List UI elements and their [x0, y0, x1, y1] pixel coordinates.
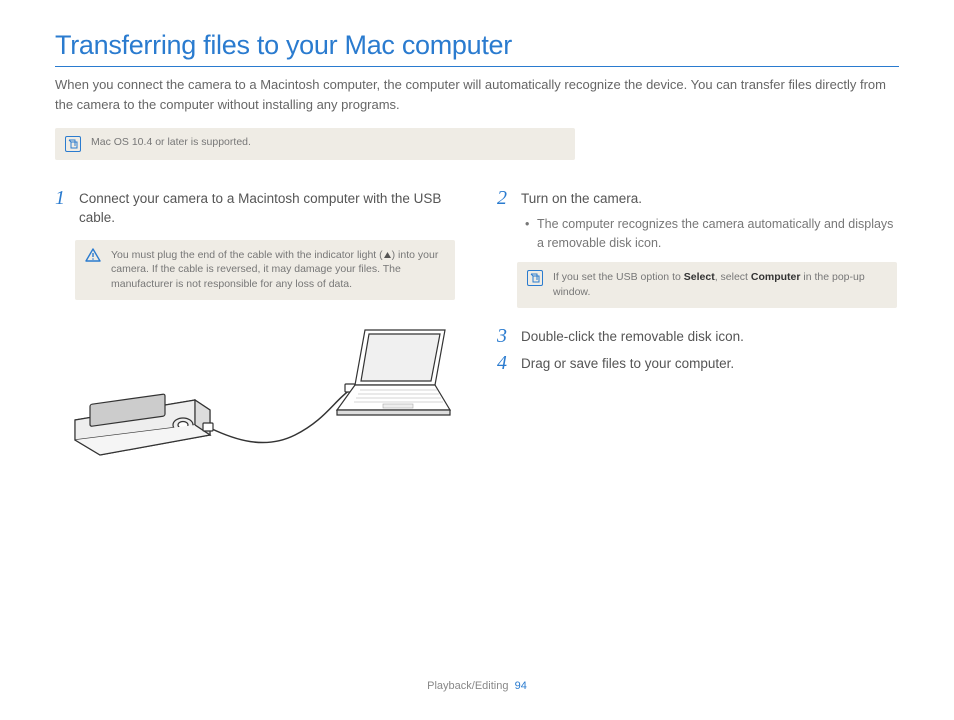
step-num-3: 3: [497, 326, 511, 347]
step-4: 4 Drag or save files to your computer.: [497, 353, 899, 374]
warning-icon: [85, 248, 101, 262]
note-icon: [65, 136, 81, 152]
warning-text: You must plug the end of the cable with …: [111, 248, 445, 292]
step-num-2: 2: [497, 188, 511, 209]
left-column: 1 Connect your camera to a Macintosh com…: [55, 188, 457, 475]
step-3: 3 Double-click the removable disk icon.: [497, 326, 899, 347]
top-note-text: Mac OS 10.4 or later is supported.: [91, 136, 251, 148]
footer-page: 94: [515, 680, 527, 692]
step2-note: If you set the USB option to Select, sel…: [517, 262, 897, 307]
step-num-4: 4: [497, 353, 511, 374]
step-num-1: 1: [55, 188, 69, 228]
step-2-bullet: The computer recognizes the camera autom…: [525, 215, 899, 253]
camera-laptop-illustration: [55, 320, 457, 475]
step-1-text: Connect your camera to a Macintosh compu…: [79, 188, 457, 228]
step-1: 1 Connect your camera to a Macintosh com…: [55, 188, 457, 228]
step-2-text: Turn on the camera.: [521, 188, 642, 209]
top-note: Mac OS 10.4 or later is supported.: [55, 128, 575, 160]
step2-note-text: If you set the USB option to Select, sel…: [553, 270, 887, 299]
intro-text: When you connect the camera to a Macinto…: [55, 75, 899, 114]
right-column: 2 Turn on the camera. The computer recog…: [497, 188, 899, 475]
warning-box: You must plug the end of the cable with …: [75, 240, 455, 300]
step-3-text: Double-click the removable disk icon.: [521, 326, 744, 347]
step-4-text: Drag or save files to your computer.: [521, 353, 734, 374]
page-title: Transferring files to your Mac computer: [55, 30, 899, 67]
footer-section: Playback/Editing: [427, 680, 508, 692]
note-icon: [527, 270, 543, 286]
step-2: 2 Turn on the camera.: [497, 188, 899, 209]
page-footer: Playback/Editing 94: [0, 680, 954, 692]
